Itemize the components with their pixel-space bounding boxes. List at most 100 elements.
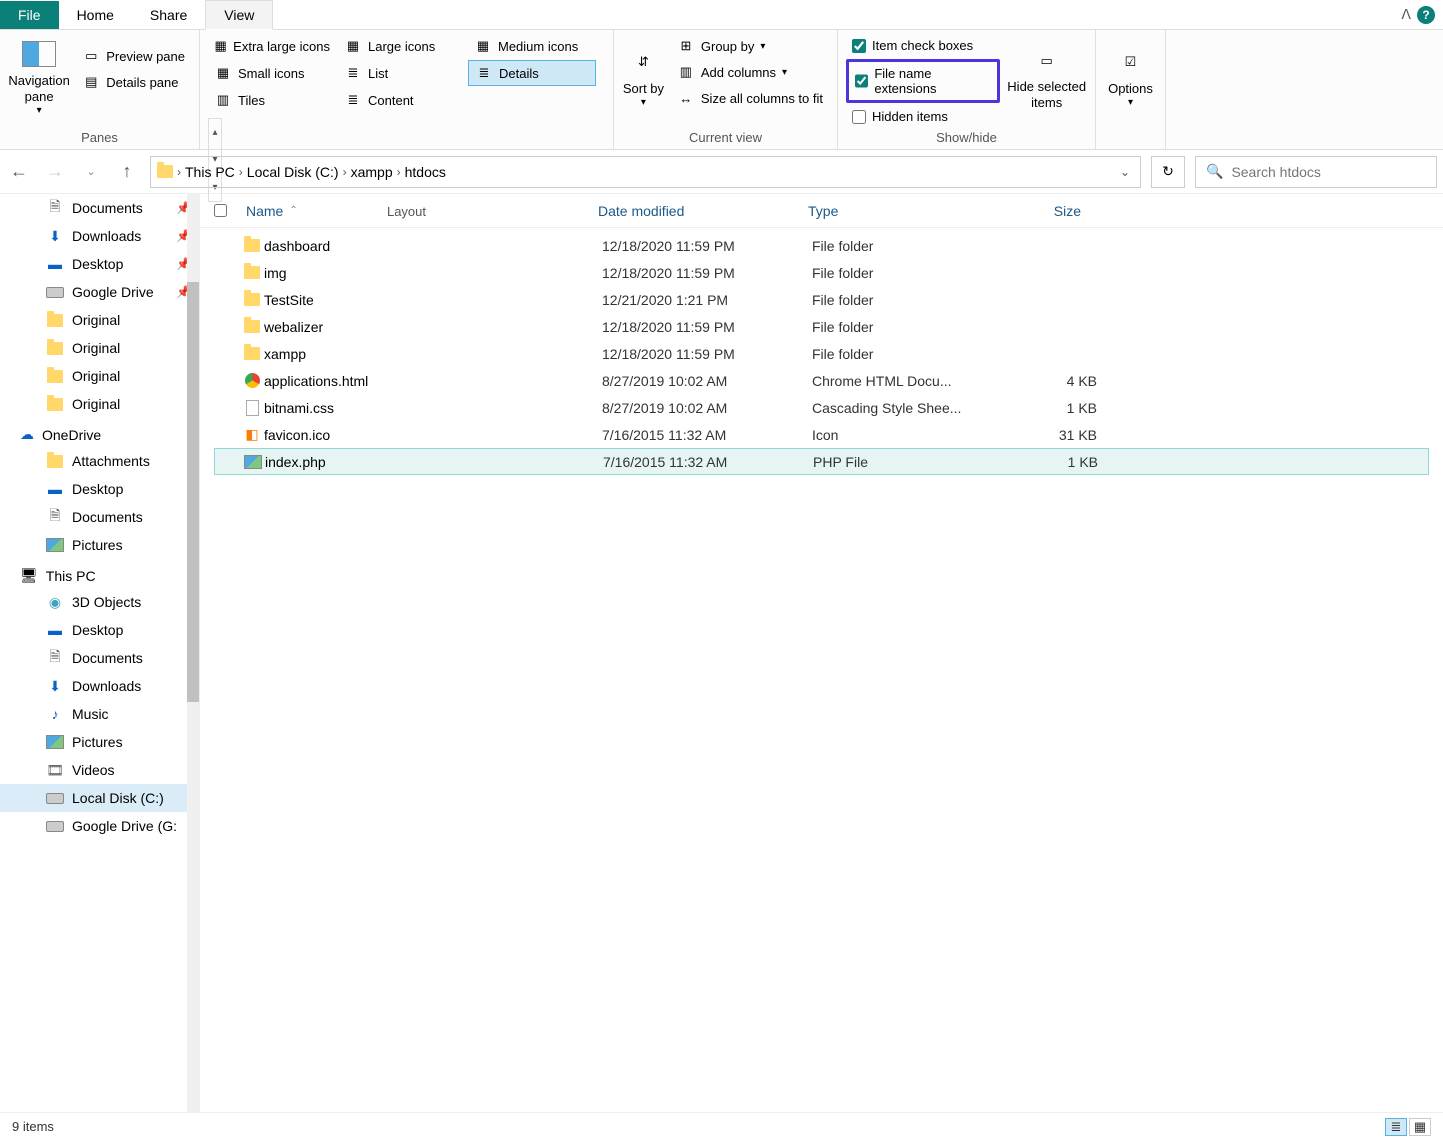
file-row[interactable]: applications.html8/27/2019 10:02 AMChrom… — [214, 367, 1429, 394]
file-row[interactable]: bitnami.css8/27/2019 10:02 AMCascading S… — [214, 394, 1429, 421]
file-row[interactable]: webalizer12/18/2020 11:59 PMFile folder — [214, 313, 1429, 340]
file-type: Cascading Style Shee... — [812, 400, 987, 416]
sidebar-item[interactable]: Pictures — [0, 531, 199, 559]
sidebar-item-icon: 🗎 — [46, 649, 64, 667]
details-pane-button[interactable]: ▤ Details pane — [76, 70, 191, 94]
tab-file[interactable]: File — [0, 1, 59, 29]
file-icon — [241, 455, 265, 469]
sidebar-item[interactable]: 🗎Documents📌 — [0, 194, 199, 222]
sidebar-item[interactable]: Attachments — [0, 447, 199, 475]
hide-selected-button[interactable]: ▭ Hide selected items — [1006, 34, 1087, 122]
sidebar-item[interactable]: Original — [0, 306, 199, 334]
file-size: 31 KB — [987, 427, 1097, 443]
search-box[interactable]: 🔍 — [1195, 156, 1437, 188]
sidebar-item-icon: ▬ — [46, 480, 64, 498]
column-header-type[interactable]: Type — [802, 195, 977, 227]
sidebar-item[interactable]: Google Drive📌 — [0, 278, 199, 306]
sidebar-item[interactable]: Original — [0, 362, 199, 390]
file-name: favicon.ico — [264, 427, 602, 443]
nav-forward-button[interactable]: → — [42, 159, 68, 185]
details-view-button[interactable]: ≣ — [1385, 1118, 1407, 1136]
layout-content[interactable]: ≣Content — [338, 88, 466, 112]
select-all-checkbox[interactable] — [214, 204, 227, 217]
sidebar-item[interactable]: 🗎Documents — [0, 503, 199, 531]
layout-medium[interactable]: ▦Medium icons — [468, 34, 596, 58]
sidebar-item-icon — [46, 395, 64, 413]
size-all-columns-button[interactable]: ↔Size all columns to fit — [671, 86, 829, 110]
layout-small[interactable]: ▦Small icons — [208, 60, 336, 86]
sidebar-item[interactable]: ▬Desktop — [0, 475, 199, 503]
sidebar-item-label: Original — [72, 340, 120, 356]
sidebar-item[interactable]: ⬇Downloads📌 — [0, 222, 199, 250]
breadcrumb-segment[interactable]: xampp› — [351, 164, 401, 180]
nav-up-button[interactable]: ↑ — [114, 159, 140, 185]
sort-indicator-icon: ⌃ — [289, 205, 297, 216]
file-row[interactable]: xampp12/18/2020 11:59 PMFile folder — [214, 340, 1429, 367]
sidebar-item-label: Downloads — [72, 678, 141, 694]
breadcrumb-segment[interactable]: Local Disk (C:)› — [247, 164, 347, 180]
thumbnails-view-button[interactable]: ▦ — [1409, 1118, 1431, 1136]
layout-details[interactable]: ≣Details — [468, 60, 596, 86]
item-checkboxes-checkbox[interactable]: Item check boxes — [846, 34, 1000, 57]
column-header-size[interactable]: Size — [977, 195, 1087, 227]
tab-share[interactable]: Share — [132, 1, 205, 29]
scrollbar-thumb[interactable] — [187, 282, 199, 702]
breadcrumb-segment[interactable]: This PC› — [185, 164, 243, 180]
sidebar-onedrive[interactable]: ☁OneDrive — [0, 418, 199, 447]
column-header-date[interactable]: Date modified — [592, 195, 802, 227]
sidebar-thispc[interactable]: 🖥This PC — [0, 559, 199, 588]
file-row[interactable]: ◧favicon.ico7/16/2015 11:32 AMIcon31 KB — [214, 421, 1429, 448]
address-bar[interactable]: › This PC› Local Disk (C:)› xampp› htdoc… — [150, 156, 1141, 188]
sidebar-item[interactable]: Pictures — [0, 728, 199, 756]
sort-icon: ⇵ — [624, 47, 662, 77]
sidebar-item[interactable]: Local Disk (C:) — [0, 784, 199, 812]
sidebar-item[interactable]: 🎞Videos — [0, 756, 199, 784]
sidebar-item[interactable]: Google Drive (G: — [0, 812, 199, 840]
sidebar-item-label: Local Disk (C:) — [72, 790, 164, 806]
preview-pane-button[interactable]: ▭ Preview pane — [76, 44, 191, 68]
file-type: File folder — [812, 346, 987, 362]
address-dropdown[interactable]: ⌄ — [1116, 165, 1134, 179]
file-date: 8/27/2019 10:02 AM — [602, 400, 812, 416]
navigation-pane-button[interactable]: Navigation pane▾ — [8, 34, 70, 122]
hidden-items-checkbox[interactable]: Hidden items — [846, 105, 1000, 128]
file-row[interactable]: index.php7/16/2015 11:32 AMPHP File1 KB — [214, 448, 1429, 475]
breadcrumb-segment[interactable]: htdocs — [405, 164, 446, 180]
sort-by-button[interactable]: ⇵ Sort by▾ — [622, 34, 665, 122]
nav-back-button[interactable]: ← — [6, 159, 32, 185]
sidebar-item[interactable]: Original — [0, 390, 199, 418]
file-date: 12/18/2020 11:59 PM — [602, 319, 812, 335]
tab-view[interactable]: View — [205, 0, 273, 30]
file-date: 7/16/2015 11:32 AM — [603, 454, 813, 470]
layout-list[interactable]: ≣List — [338, 60, 466, 86]
sidebar-item[interactable]: ▬Desktop📌 — [0, 250, 199, 278]
options-button[interactable]: ☑ Options▾ — [1104, 34, 1157, 122]
help-icon[interactable]: ? — [1417, 6, 1435, 24]
layout-extra-large[interactable]: ▦Extra large icons — [208, 34, 336, 58]
file-row[interactable]: img12/18/2020 11:59 PMFile folder — [214, 259, 1429, 286]
sidebar-item-label: Videos — [72, 762, 115, 778]
sidebar-item[interactable]: ⬇Downloads — [0, 672, 199, 700]
sidebar-item[interactable]: ◉3D Objects — [0, 588, 199, 616]
sidebar-item-label: Documents — [72, 200, 143, 216]
layout-tiles[interactable]: ▥Tiles — [208, 88, 336, 112]
collapse-ribbon-icon[interactable]: ᐱ — [1401, 6, 1411, 23]
add-columns-button[interactable]: ▥Add columns ▾ — [671, 60, 829, 84]
refresh-button[interactable]: ↻ — [1151, 156, 1185, 188]
sidebar-item[interactable]: ♪Music — [0, 700, 199, 728]
group-by-button[interactable]: ⊞Group by ▾ — [671, 34, 829, 58]
sidebar-item[interactable]: 🗎Documents — [0, 644, 199, 672]
file-row[interactable]: dashboard12/18/2020 11:59 PMFile folder — [214, 232, 1429, 259]
file-row[interactable]: TestSite12/21/2020 1:21 PMFile folder — [214, 286, 1429, 313]
sidebar-item-label: Original — [72, 368, 120, 384]
file-name: img — [264, 265, 602, 281]
column-header-name[interactable]: Name⌃ — [240, 195, 592, 227]
search-input[interactable] — [1231, 164, 1426, 180]
sidebar-item[interactable]: Original — [0, 334, 199, 362]
layout-large[interactable]: ▦Large icons — [338, 34, 466, 58]
file-name-extensions-checkbox[interactable]: File name extensions — [846, 59, 1000, 103]
file-icon: ◧ — [240, 426, 264, 443]
sidebar-item[interactable]: ▬Desktop — [0, 616, 199, 644]
nav-recent-dropdown[interactable]: ⌄ — [78, 159, 104, 185]
tab-home[interactable]: Home — [59, 1, 132, 29]
